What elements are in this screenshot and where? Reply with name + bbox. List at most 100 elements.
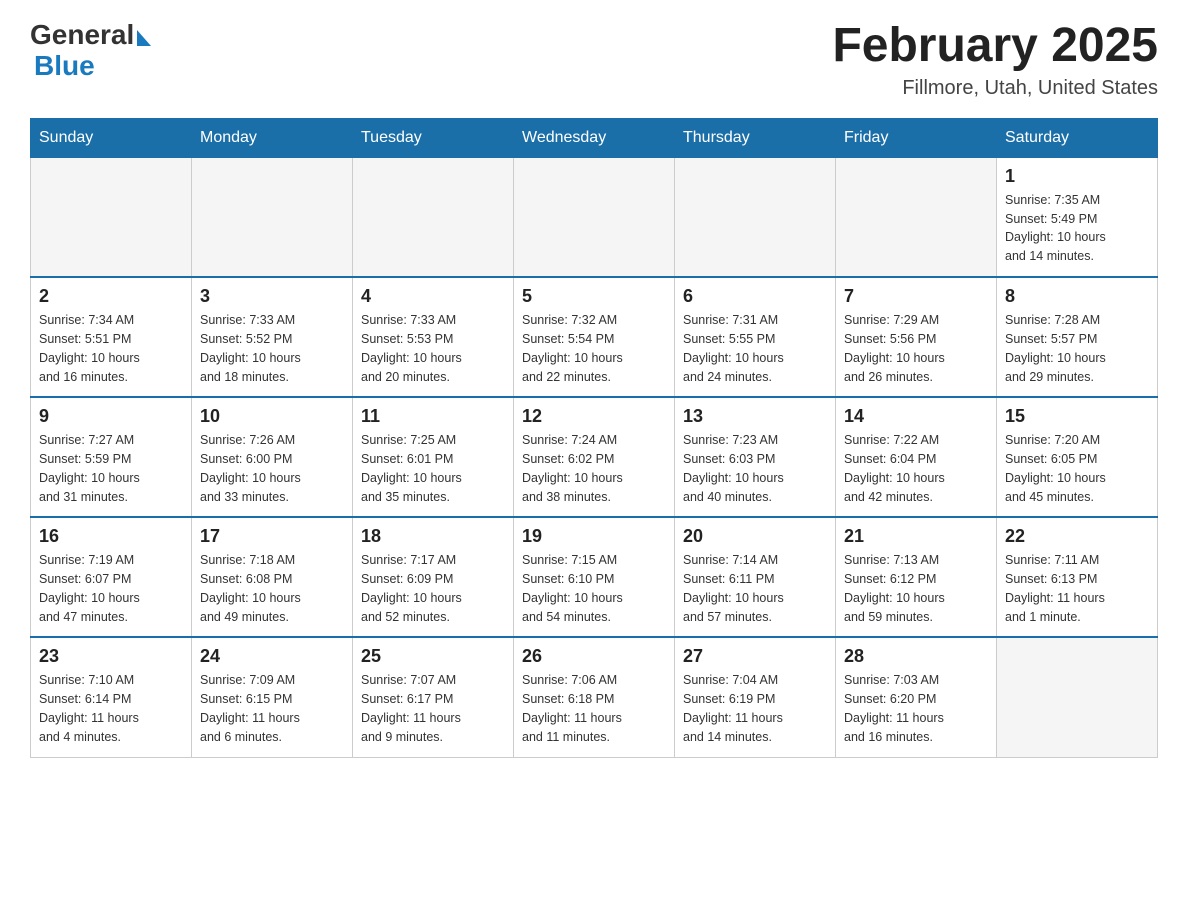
- logo: General Blue: [30, 20, 151, 82]
- day-info: Sunrise: 7:35 AMSunset: 5:49 PMDaylight:…: [1005, 191, 1149, 266]
- calendar-cell: 3 Sunrise: 7:33 AMSunset: 5:52 PMDaylight…: [192, 277, 353, 397]
- day-info: Sunrise: 7:32 AMSunset: 5:54 PMDaylight:…: [522, 311, 666, 386]
- day-number: 26: [522, 646, 666, 667]
- day-info: Sunrise: 7:28 AMSunset: 5:57 PMDaylight:…: [1005, 311, 1149, 386]
- logo-general-text: General: [30, 20, 134, 51]
- day-number: 6: [683, 286, 827, 307]
- day-number: 24: [200, 646, 344, 667]
- day-number: 27: [683, 646, 827, 667]
- day-number: 12: [522, 406, 666, 427]
- calendar-cell: 14 Sunrise: 7:22 AMSunset: 6:04 PMDayligh…: [836, 397, 997, 517]
- calendar-cell: [353, 157, 514, 277]
- calendar-table: SundayMondayTuesdayWednesdayThursdayFrid…: [30, 118, 1158, 758]
- day-number: 8: [1005, 286, 1149, 307]
- calendar-cell: 16 Sunrise: 7:19 AMSunset: 6:07 PMDayligh…: [31, 517, 192, 637]
- day-info: Sunrise: 7:24 AMSunset: 6:02 PMDaylight:…: [522, 431, 666, 506]
- day-number: 16: [39, 526, 183, 547]
- day-info: Sunrise: 7:23 AMSunset: 6:03 PMDaylight:…: [683, 431, 827, 506]
- calendar-cell: 27 Sunrise: 7:04 AMSunset: 6:19 PMDayligh…: [675, 637, 836, 757]
- calendar-cell: 5 Sunrise: 7:32 AMSunset: 5:54 PMDaylight…: [514, 277, 675, 397]
- day-number: 5: [522, 286, 666, 307]
- calendar-week-row: 1 Sunrise: 7:35 AMSunset: 5:49 PMDaylight…: [31, 157, 1158, 277]
- day-number: 10: [200, 406, 344, 427]
- day-info: Sunrise: 7:18 AMSunset: 6:08 PMDaylight:…: [200, 551, 344, 626]
- day-info: Sunrise: 7:19 AMSunset: 6:07 PMDaylight:…: [39, 551, 183, 626]
- calendar-header-saturday: Saturday: [997, 118, 1158, 157]
- day-info: Sunrise: 7:04 AMSunset: 6:19 PMDaylight:…: [683, 671, 827, 746]
- calendar-cell: 20 Sunrise: 7:14 AMSunset: 6:11 PMDayligh…: [675, 517, 836, 637]
- calendar-cell: [836, 157, 997, 277]
- day-number: 21: [844, 526, 988, 547]
- calendar-cell: 11Sunrise: 7:25 AMSunset: 6:01 PMDayligh…: [353, 397, 514, 517]
- calendar-cell: 15 Sunrise: 7:20 AMSunset: 6:05 PMDayligh…: [997, 397, 1158, 517]
- day-info: Sunrise: 7:09 AMSunset: 6:15 PMDaylight:…: [200, 671, 344, 746]
- day-info: Sunrise: 7:07 AMSunset: 6:17 PMDaylight:…: [361, 671, 505, 746]
- location-subtitle: Fillmore, Utah, United States: [832, 77, 1158, 100]
- day-info: Sunrise: 7:03 AMSunset: 6:20 PMDaylight:…: [844, 671, 988, 746]
- calendar-cell: 2 Sunrise: 7:34 AMSunset: 5:51 PMDaylight…: [31, 277, 192, 397]
- calendar-cell: 25 Sunrise: 7:07 AMSunset: 6:17 PMDayligh…: [353, 637, 514, 757]
- day-number: 15: [1005, 406, 1149, 427]
- day-number: 20: [683, 526, 827, 547]
- calendar-week-row: 9 Sunrise: 7:27 AMSunset: 5:59 PMDaylight…: [31, 397, 1158, 517]
- day-info: Sunrise: 7:15 AMSunset: 6:10 PMDaylight:…: [522, 551, 666, 626]
- calendar-cell: 9 Sunrise: 7:27 AMSunset: 5:59 PMDaylight…: [31, 397, 192, 517]
- logo-triangle-icon: [137, 30, 151, 46]
- calendar-cell: 22 Sunrise: 7:11 AMSunset: 6:13 PMDayligh…: [997, 517, 1158, 637]
- calendar-header-row: SundayMondayTuesdayWednesdayThursdayFrid…: [31, 118, 1158, 157]
- calendar-cell: [31, 157, 192, 277]
- day-info: Sunrise: 7:31 AMSunset: 5:55 PMDaylight:…: [683, 311, 827, 386]
- calendar-cell: 26 Sunrise: 7:06 AMSunset: 6:18 PMDayligh…: [514, 637, 675, 757]
- calendar-header-sunday: Sunday: [31, 118, 192, 157]
- day-number: 28: [844, 646, 988, 667]
- calendar-cell: 19Sunrise: 7:15 AMSunset: 6:10 PMDayligh…: [514, 517, 675, 637]
- day-info: Sunrise: 7:22 AMSunset: 6:04 PMDaylight:…: [844, 431, 988, 506]
- calendar-cell: 8 Sunrise: 7:28 AMSunset: 5:57 PMDaylight…: [997, 277, 1158, 397]
- day-number: 23: [39, 646, 183, 667]
- day-info: Sunrise: 7:26 AMSunset: 6:00 PMDaylight:…: [200, 431, 344, 506]
- day-info: Sunrise: 7:20 AMSunset: 6:05 PMDaylight:…: [1005, 431, 1149, 506]
- calendar-cell: [675, 157, 836, 277]
- day-number: 25: [361, 646, 505, 667]
- day-number: 2: [39, 286, 183, 307]
- calendar-cell: 7 Sunrise: 7:29 AMSunset: 5:56 PMDaylight…: [836, 277, 997, 397]
- day-number: 9: [39, 406, 183, 427]
- day-info: Sunrise: 7:34 AMSunset: 5:51 PMDaylight:…: [39, 311, 183, 386]
- calendar-cell: 17 Sunrise: 7:18 AMSunset: 6:08 PMDayligh…: [192, 517, 353, 637]
- calendar-cell: 28 Sunrise: 7:03 AMSunset: 6:20 PMDayligh…: [836, 637, 997, 757]
- day-info: Sunrise: 7:13 AMSunset: 6:12 PMDaylight:…: [844, 551, 988, 626]
- calendar-cell: 13 Sunrise: 7:23 AMSunset: 6:03 PMDayligh…: [675, 397, 836, 517]
- day-number: 22: [1005, 526, 1149, 547]
- calendar-header-thursday: Thursday: [675, 118, 836, 157]
- calendar-cell: 24 Sunrise: 7:09 AMSunset: 6:15 PMDayligh…: [192, 637, 353, 757]
- calendar-cell: [514, 157, 675, 277]
- month-title: February 2025: [832, 20, 1158, 73]
- day-info: Sunrise: 7:25 AMSunset: 6:01 PMDaylight:…: [361, 431, 505, 506]
- calendar-cell: 6 Sunrise: 7:31 AMSunset: 5:55 PMDaylight…: [675, 277, 836, 397]
- day-number: 18: [361, 526, 505, 547]
- day-number: 17: [200, 526, 344, 547]
- calendar-cell: 12 Sunrise: 7:24 AMSunset: 6:02 PMDayligh…: [514, 397, 675, 517]
- day-info: Sunrise: 7:06 AMSunset: 6:18 PMDaylight:…: [522, 671, 666, 746]
- day-info: Sunrise: 7:29 AMSunset: 5:56 PMDaylight:…: [844, 311, 988, 386]
- calendar-cell: 18Sunrise: 7:17 AMSunset: 6:09 PMDayligh…: [353, 517, 514, 637]
- day-info: Sunrise: 7:10 AMSunset: 6:14 PMDaylight:…: [39, 671, 183, 746]
- day-info: Sunrise: 7:11 AMSunset: 6:13 PMDaylight:…: [1005, 551, 1149, 626]
- day-number: 13: [683, 406, 827, 427]
- calendar-cell: 23 Sunrise: 7:10 AMSunset: 6:14 PMDayligh…: [31, 637, 192, 757]
- day-info: Sunrise: 7:33 AMSunset: 5:53 PMDaylight:…: [361, 311, 505, 386]
- day-number: 14: [844, 406, 988, 427]
- day-number: 3: [200, 286, 344, 307]
- logo-blue-text: Blue: [34, 51, 95, 82]
- day-info: Sunrise: 7:33 AMSunset: 5:52 PMDaylight:…: [200, 311, 344, 386]
- day-info: Sunrise: 7:27 AMSunset: 5:59 PMDaylight:…: [39, 431, 183, 506]
- calendar-week-row: 2 Sunrise: 7:34 AMSunset: 5:51 PMDaylight…: [31, 277, 1158, 397]
- title-section: February 2025 Fillmore, Utah, United Sta…: [832, 20, 1158, 100]
- calendar-header-friday: Friday: [836, 118, 997, 157]
- calendar-cell: 1 Sunrise: 7:35 AMSunset: 5:49 PMDaylight…: [997, 157, 1158, 277]
- calendar-cell: 10 Sunrise: 7:26 AMSunset: 6:00 PMDayligh…: [192, 397, 353, 517]
- day-number: 4: [361, 286, 505, 307]
- day-number: 1: [1005, 166, 1149, 187]
- day-number: 7: [844, 286, 988, 307]
- day-info: Sunrise: 7:14 AMSunset: 6:11 PMDaylight:…: [683, 551, 827, 626]
